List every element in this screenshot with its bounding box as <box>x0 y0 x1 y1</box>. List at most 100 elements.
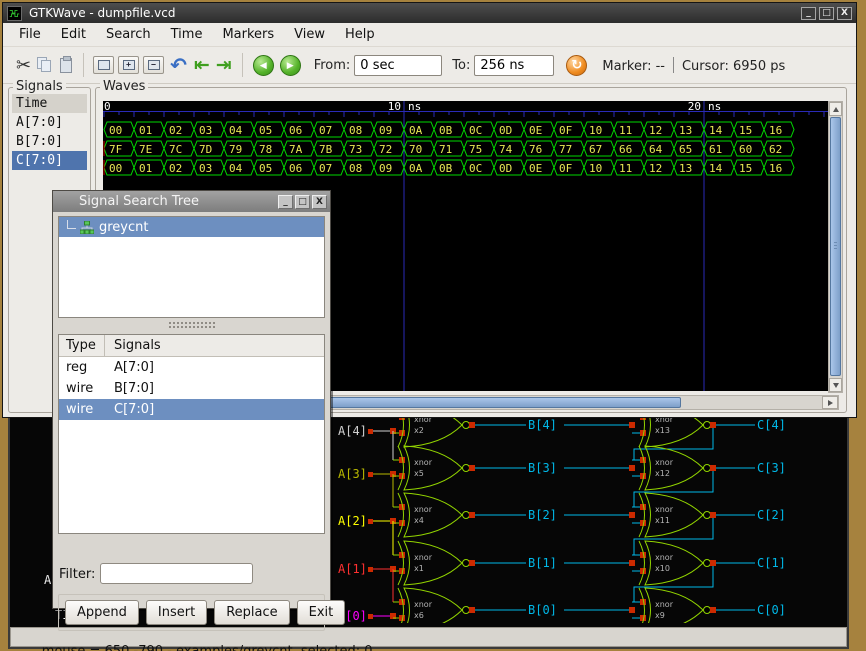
menu-item-file[interactable]: File <box>9 24 51 45</box>
svg-text:B[2]: B[2] <box>528 508 557 522</box>
svg-text:C[1]: C[1] <box>757 556 786 570</box>
from-label: From: <box>314 58 351 73</box>
dialog-title-bar[interactable]: Signal Search Tree _ □ X <box>53 191 330 212</box>
zoom-fit-button[interactable] <box>93 56 114 74</box>
scroll-up-button[interactable] <box>829 102 842 116</box>
svg-text:x1: x1 <box>414 564 424 573</box>
menu-item-search[interactable]: Search <box>96 24 161 45</box>
tree-item-label: greycnt <box>99 220 149 235</box>
svg-text:04: 04 <box>229 124 243 137</box>
shift-left-icon[interactable]: ⇤ <box>194 54 210 76</box>
from-input[interactable] <box>354 55 442 76</box>
svg-text:61: 61 <box>709 143 722 156</box>
svg-text:60: 60 <box>739 143 752 156</box>
dialog-signal-row[interactable]: regA[7:0] <box>59 357 324 378</box>
svg-text:05: 05 <box>259 162 272 175</box>
prev-edge-button[interactable]: ◀ <box>253 55 274 76</box>
dialog-button-exit[interactable]: Exit <box>297 600 346 625</box>
dialog-maximize-button[interactable]: □ <box>295 195 310 209</box>
zoom-undo-icon[interactable]: ↶ <box>170 53 187 77</box>
scroll-down-button[interactable] <box>829 378 842 392</box>
waves-vertical-scrollbar[interactable] <box>828 101 843 393</box>
menu-item-markers[interactable]: Markers <box>212 24 284 45</box>
svg-text:A[4]: A[4] <box>338 424 367 438</box>
dialog-minimize-button[interactable]: _ <box>278 195 293 209</box>
svg-text:7D: 7D <box>199 143 212 156</box>
svg-text:70: 70 <box>409 143 422 156</box>
svg-text:xnor: xnor <box>655 418 674 424</box>
dialog-button-append[interactable]: Append <box>65 600 139 625</box>
shift-right-icon[interactable]: ⇥ <box>216 54 232 76</box>
svg-text:ns: ns <box>708 101 721 113</box>
column-header-type[interactable]: Type <box>59 335 105 356</box>
close-button[interactable]: X <box>837 7 852 20</box>
scroll-right-button[interactable] <box>822 396 838 409</box>
to-input[interactable] <box>474 55 554 76</box>
svg-text:xnor: xnor <box>414 418 433 424</box>
dialog-signal-row[interactable]: wireC[7:0] <box>59 399 324 420</box>
column-header-signals[interactable]: Signals <box>105 335 324 356</box>
signal-type: wire <box>59 381 105 399</box>
dialog-close-button[interactable]: X <box>312 195 327 209</box>
menu-item-edit[interactable]: Edit <box>51 24 96 45</box>
signal-name: C[7:0] <box>105 402 324 420</box>
filter-input[interactable] <box>100 563 253 584</box>
svg-text:x11: x11 <box>655 516 670 525</box>
svg-text:x10: x10 <box>655 564 670 573</box>
svg-text:10: 10 <box>388 101 401 113</box>
svg-text:xnor: xnor <box>655 458 674 467</box>
svg-text:67: 67 <box>589 143 602 156</box>
svg-text:7C: 7C <box>169 143 182 156</box>
cut-icon[interactable]: ✂ <box>16 55 31 76</box>
signals-time-header[interactable]: Time <box>12 94 87 113</box>
menu-item-view[interactable]: View <box>284 24 335 45</box>
svg-text:14: 14 <box>709 162 723 175</box>
waves-panel-title: Waves <box>100 79 148 94</box>
svg-text:0F: 0F <box>559 162 572 175</box>
dialog-title: Signal Search Tree <box>79 194 276 209</box>
toolbar-separator <box>83 53 84 77</box>
pane-splitter[interactable] <box>57 322 326 331</box>
copy-icon[interactable] <box>37 57 53 73</box>
svg-text:0C: 0C <box>469 162 482 175</box>
reload-button[interactable]: ↻ <box>566 55 587 76</box>
svg-text:06: 06 <box>289 124 302 137</box>
paste-icon[interactable] <box>60 58 72 73</box>
marker-status: Marker: --Cursor: 6950 ps <box>602 57 785 74</box>
svg-text:0B: 0B <box>439 124 453 137</box>
dialog-signal-row[interactable]: wireB[7:0] <box>59 378 324 399</box>
svg-text:04: 04 <box>229 162 243 175</box>
signal-item[interactable]: C[7:0] <box>12 151 87 170</box>
svg-text:78: 78 <box>259 143 272 156</box>
svg-text:7F: 7F <box>109 143 122 156</box>
dialog-button-replace[interactable]: Replace <box>214 600 289 625</box>
svg-text:20: 20 <box>688 101 701 113</box>
next-edge-button[interactable]: ▶ <box>280 55 301 76</box>
svg-text:x9: x9 <box>655 611 665 620</box>
to-label: To: <box>452 58 470 73</box>
menu-item-time[interactable]: Time <box>161 24 213 45</box>
svg-text:09: 09 <box>379 124 392 137</box>
svg-text:B[4]: B[4] <box>528 418 557 432</box>
signal-item[interactable]: A[7:0] <box>12 113 87 132</box>
signals-table: Type Signals regA[7:0]wireB[7:0]wireC[7:… <box>58 334 325 534</box>
maximize-button[interactable]: □ <box>819 7 834 20</box>
hierarchy-tree: greycnt <box>58 216 325 318</box>
svg-text:72: 72 <box>379 143 392 156</box>
svg-text:66: 66 <box>619 143 632 156</box>
menu-item-help[interactable]: Help <box>335 24 385 45</box>
svg-text:xnor: xnor <box>655 600 674 609</box>
title-bar[interactable]: GTKWave - dumpfile.vcd _ □ X <box>3 3 856 23</box>
module-icon <box>80 221 94 234</box>
zoom-in-button[interactable]: + <box>118 56 139 74</box>
svg-text:0A: 0A <box>409 162 423 175</box>
svg-text:01: 01 <box>139 124 152 137</box>
minimize-button[interactable]: _ <box>801 7 816 20</box>
signal-item[interactable]: B[7:0] <box>12 132 87 151</box>
vertical-scroll-thumb[interactable] <box>830 117 841 376</box>
dialog-button-insert[interactable]: Insert <box>146 600 207 625</box>
tree-item-greycnt[interactable]: greycnt <box>59 217 324 237</box>
svg-text:05: 05 <box>259 124 272 137</box>
svg-text:B[3]: B[3] <box>528 461 557 475</box>
zoom-out-button[interactable]: − <box>143 56 164 74</box>
